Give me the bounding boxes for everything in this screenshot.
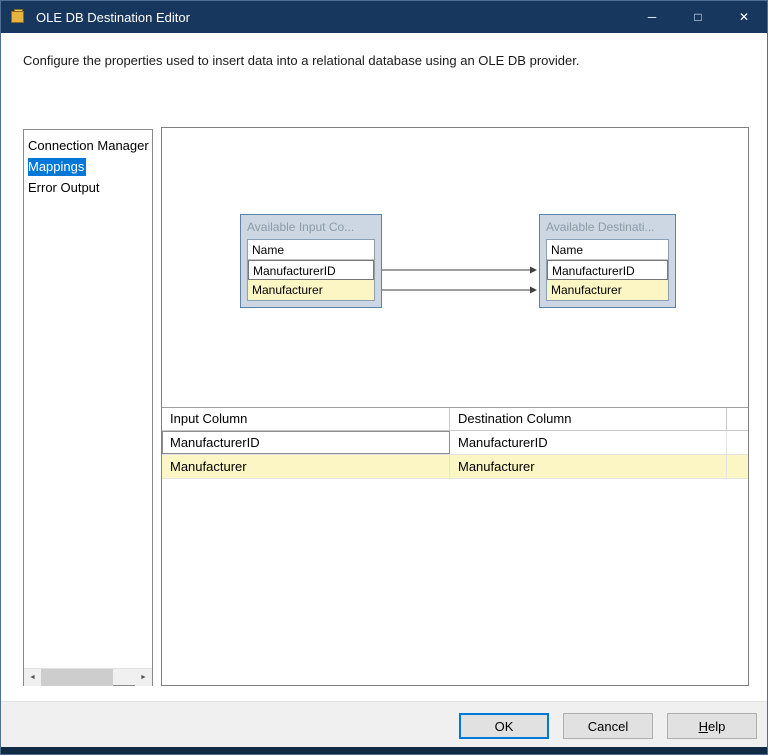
sidebar-item-error-output[interactable]: Error Output [24, 177, 152, 198]
sidebar-horizontal-scrollbar[interactable]: ◄ ► [24, 668, 152, 686]
dialog-description: Configure the properties used to insert … [23, 53, 580, 68]
minimize-icon[interactable]: ─ [629, 1, 675, 33]
source-column-manufacturerid[interactable]: ManufacturerID [248, 260, 374, 280]
mapping-connectors [382, 266, 537, 294]
available-input-columns-table: Available Input Co... Name ManufacturerI… [240, 214, 382, 308]
table-row[interactable]: Manufacturer Manufacturer [162, 455, 748, 479]
destination-table-header: Name [547, 240, 668, 260]
available-destination-columns-table: Available Destinati... Name Manufacturer… [539, 214, 676, 308]
ok-button[interactable]: OK [459, 713, 549, 739]
destination-column-manufacturer[interactable]: Manufacturer [547, 280, 668, 300]
page-list: Connection Manager Mappings Error Output… [23, 129, 153, 686]
help-button[interactable]: Help [667, 713, 757, 739]
grid-header-destination-column[interactable]: Destination Column [450, 408, 727, 430]
table-row[interactable]: ManufacturerID ManufacturerID [162, 431, 748, 455]
grid-cell-input-manufacturerid[interactable]: ManufacturerID [162, 431, 450, 454]
footer: OK Cancel Help [1, 701, 767, 749]
source-table-header: Name [248, 240, 374, 260]
mappings-panel: Available Input Co... Name ManufacturerI… [161, 127, 749, 686]
scroll-right-icon[interactable]: ► [135, 669, 152, 686]
source-column-manufacturer[interactable]: Manufacturer [248, 280, 374, 300]
close-icon[interactable]: ✕ [721, 1, 767, 33]
sidebar-item-connection-manager[interactable]: Connection Manager [24, 135, 152, 156]
sidebar-item-mappings[interactable]: Mappings [24, 156, 152, 177]
grid-header-input-column[interactable]: Input Column [162, 408, 450, 430]
source-table-title: Available Input Co... [247, 220, 355, 234]
ole-db-destination-editor-dialog: OLE DB Destination Editor ─ □ ✕ Configur… [0, 0, 768, 755]
grid-cell-destination-manufacturerid[interactable]: ManufacturerID [450, 431, 727, 454]
window-title: OLE DB Destination Editor [36, 9, 190, 25]
scroll-left-icon[interactable]: ◄ [24, 669, 41, 686]
grid-cell-destination-manufacturer[interactable]: Manufacturer [450, 455, 727, 478]
cancel-button[interactable]: Cancel [563, 713, 653, 739]
destination-column-manufacturerid[interactable]: ManufacturerID [547, 260, 668, 280]
maximize-icon[interactable]: □ [675, 1, 721, 33]
app-icon [11, 9, 27, 24]
window-bottom-edge [1, 747, 767, 754]
destination-table-title: Available Destinati... [546, 220, 655, 234]
mapping-grid: Input Column Destination Column Manufact… [162, 407, 748, 685]
titlebar: OLE DB Destination Editor ─ □ ✕ [1, 1, 767, 33]
scrollbar-thumb[interactable] [41, 669, 113, 686]
grid-cell-input-manufacturer[interactable]: Manufacturer [162, 455, 450, 478]
grid-header-row: Input Column Destination Column [162, 408, 748, 431]
mapping-diagram: Available Input Co... Name ManufacturerI… [162, 128, 748, 407]
